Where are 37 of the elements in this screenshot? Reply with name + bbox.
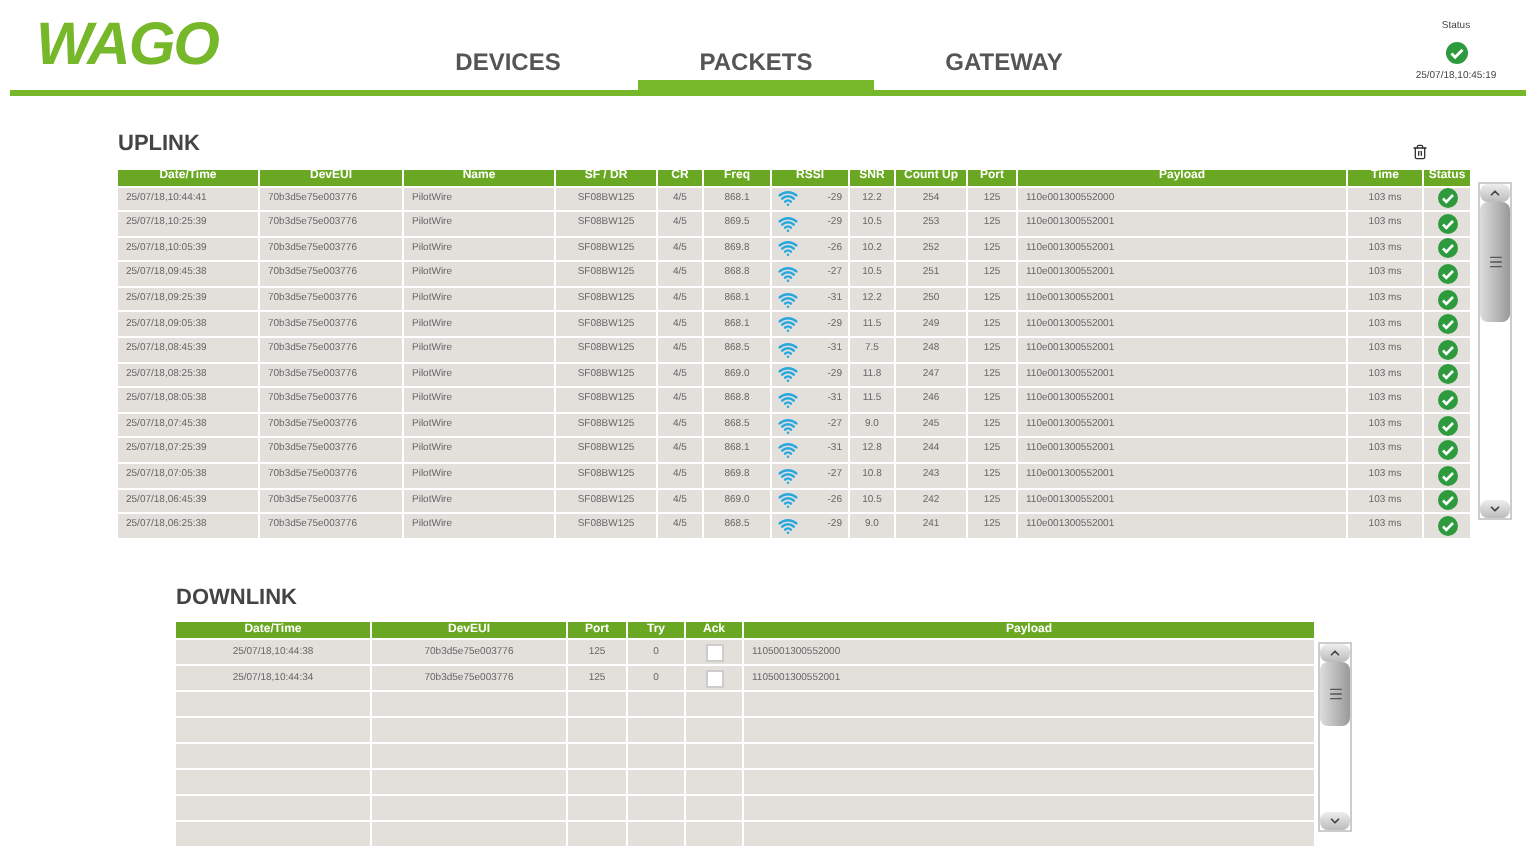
nav-tab[interactable]: GATEWAY <box>886 42 1122 90</box>
scrollbar[interactable] <box>1478 181 1512 519</box>
ack-checkbox[interactable] <box>705 643 723 662</box>
signal-icon <box>778 238 798 259</box>
section-title: UPLINK <box>118 130 200 160</box>
grip-icon <box>1327 686 1343 703</box>
nav-tab[interactable]: PACKETS <box>638 42 874 90</box>
scrollbar[interactable] <box>1318 642 1352 833</box>
scroll-thumb[interactable] <box>1480 201 1510 322</box>
nav-tab[interactable]: DEVICES <box>390 42 626 90</box>
signal-icon <box>778 339 798 360</box>
caret-up-icon <box>1328 646 1342 661</box>
signal-icon <box>778 364 798 385</box>
signal-icon <box>778 188 798 209</box>
signal-icon <box>778 415 798 436</box>
caret-down-icon <box>1488 501 1502 515</box>
signal-icon <box>778 314 798 335</box>
signal-icon <box>778 465 798 486</box>
wago-logo: WAGO <box>36 15 218 75</box>
signal-icon <box>778 264 798 285</box>
signal-icon <box>778 516 798 537</box>
signal-icon <box>778 213 798 234</box>
scroll-thumb[interactable] <box>1320 662 1350 727</box>
signal-icon <box>778 289 798 310</box>
scroll-down-button[interactable] <box>1480 499 1510 517</box>
section-title: DOWNLINK <box>176 583 299 614</box>
delete-icon[interactable] <box>1412 143 1428 159</box>
ack-checkbox[interactable] <box>705 669 723 688</box>
signal-icon <box>778 440 798 461</box>
caret-up-icon <box>1488 185 1502 199</box>
signal-icon <box>778 390 798 411</box>
scroll-down-button[interactable] <box>1320 812 1350 831</box>
scroll-up-button[interactable] <box>1320 644 1350 663</box>
signal-icon <box>778 490 798 511</box>
scroll-up-button[interactable] <box>1480 183 1510 201</box>
grip-icon <box>1487 253 1503 270</box>
caret-down-icon <box>1328 814 1342 829</box>
